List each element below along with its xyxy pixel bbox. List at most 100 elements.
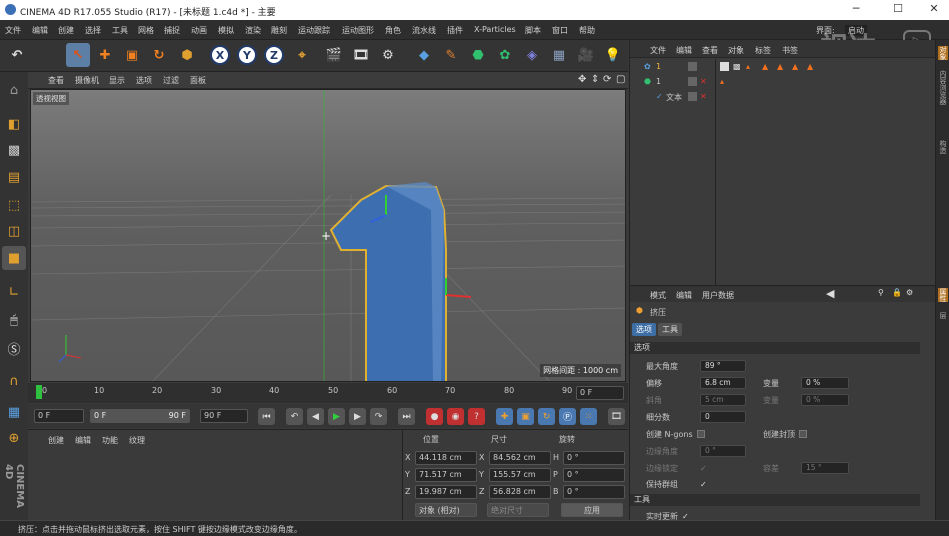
lock-icon[interactable]: 🔒 <box>892 288 902 297</box>
tab-options[interactable]: 选项 <box>632 323 656 336</box>
snap-icon[interactable]: Ⓢ <box>2 336 26 360</box>
cube-object-icon[interactable]: ◆ <box>412 43 436 67</box>
menu-create[interactable]: 创建 <box>58 25 74 36</box>
om-menu-tags[interactable]: 标签 <box>755 45 771 56</box>
menu-tools[interactable]: 工具 <box>112 25 128 36</box>
create-ngons-checkbox[interactable] <box>696 430 705 438</box>
key-rotation-icon[interactable]: ↻ <box>538 408 555 425</box>
model-mode-icon[interactable]: ◧ <box>2 112 26 136</box>
layer-icon[interactable] <box>688 77 697 86</box>
record-keys-icon[interactable]: ● <box>426 408 443 425</box>
tolerance-field[interactable]: 15 ° <box>801 462 849 474</box>
object-row[interactable]: ⬣ 1 ✕ ▴ <box>632 77 932 91</box>
viewport-menu-display[interactable]: 显示 <box>109 75 125 86</box>
key-scale-icon[interactable]: ▣ <box>517 408 534 425</box>
material-menu-texture[interactable]: 纹理 <box>129 435 145 446</box>
timeline[interactable]: 0 10 20 30 40 50 60 70 80 90 0 F <box>28 383 628 403</box>
move-tool-icon[interactable]: ✚ <box>93 43 117 67</box>
viewport-menu-options[interactable]: 选项 <box>136 75 152 86</box>
checker-tag-icon[interactable]: ▩ <box>733 62 741 71</box>
tag-icon[interactable]: ▲ <box>762 62 768 71</box>
settings-icon[interactable]: ⚙ <box>906 288 913 297</box>
live-selection-icon[interactable]: ↖ <box>66 43 90 67</box>
tag-icon[interactable]: ▲ <box>777 62 783 71</box>
side-tab-objects[interactable]: 对象 <box>938 46 948 60</box>
extruded-number-one[interactable] <box>329 184 447 382</box>
menu-character[interactable]: 角色 <box>385 25 401 36</box>
create-caps-checkbox[interactable] <box>799 430 807 438</box>
material-menu-create[interactable]: 创建 <box>48 435 64 446</box>
magnet-icon[interactable]: ∩ <box>2 369 26 393</box>
viewport-menu-filter[interactable]: 过滤 <box>163 75 179 86</box>
menu-mograph[interactable]: 运动图形 <box>342 25 374 36</box>
deformer-icon[interactable]: ◈ <box>520 43 544 67</box>
x-axis-lock-icon[interactable]: X <box>208 43 232 67</box>
menu-file[interactable]: 文件 <box>5 25 21 36</box>
play-forward-icon[interactable]: ▶ <box>328 408 345 425</box>
offset-variance-field[interactable]: 0 % <box>801 377 849 389</box>
go-to-end-icon[interactable]: ⏭ <box>398 408 415 425</box>
undo-icon[interactable]: ↶ <box>4 43 30 67</box>
om-menu-bookmarks[interactable]: 书签 <box>782 45 798 56</box>
preserve-groups-check-icon[interactable]: ✓ <box>700 480 707 489</box>
previous-frame-icon[interactable]: ◀ <box>307 408 324 425</box>
tag-icon[interactable]: ▲ <box>792 62 798 71</box>
make-editable-icon[interactable]: ⌂ <box>2 78 26 102</box>
bevel-field[interactable]: 5 cm <box>700 394 746 406</box>
pos-z-field[interactable]: 19.987 cm <box>415 484 477 499</box>
auto-keying-icon[interactable]: ◉ <box>447 408 464 425</box>
viewport-menu-cameras[interactable]: 摄像机 <box>75 75 99 86</box>
render-view-icon[interactable]: 🎬 <box>322 43 346 67</box>
render-off-icon[interactable]: ✕ <box>700 77 707 86</box>
menu-mesh[interactable]: 网格 <box>138 25 154 36</box>
offset-field[interactable]: 6.8 cm <box>700 377 746 389</box>
viewport-zoom-icon[interactable]: ⇕ <box>591 74 599 85</box>
next-frame-icon[interactable]: ▶ <box>349 408 366 425</box>
om-menu-objects[interactable]: 对象 <box>728 45 744 56</box>
close-button[interactable]: ✕ <box>924 2 944 18</box>
workplane-mode-icon[interactable]: ▤ <box>2 165 26 189</box>
previous-key-icon[interactable]: ↶ <box>286 408 303 425</box>
rot-b-field[interactable]: 0 ° <box>563 484 625 499</box>
locked-workplane-icon[interactable]: ⊕ <box>2 426 26 450</box>
end-frame-field[interactable]: 90 F <box>200 409 248 423</box>
pos-y-field[interactable]: 71.517 cm <box>415 467 477 482</box>
apply-button[interactable]: 应用 <box>561 503 623 517</box>
scale-tool-icon[interactable]: ▣ <box>120 43 144 67</box>
tag-icon[interactable]: ▴ <box>746 62 750 71</box>
start-frame-field[interactable]: 0 F <box>34 409 84 423</box>
rot-p-field[interactable]: 0 ° <box>563 467 625 482</box>
menu-pipeline[interactable]: 流水线 <box>412 25 436 36</box>
viewport-menu-panel[interactable]: 面板 <box>190 75 206 86</box>
am-menu-mode[interactable]: 模式 <box>650 290 666 301</box>
viewport-toggle-icon[interactable]: ▢ <box>616 74 625 85</box>
key-pla-icon[interactable]: ⁙ <box>580 408 597 425</box>
menu-help[interactable]: 帮助 <box>579 25 595 36</box>
tag-icon[interactable]: ▴ <box>720 77 724 86</box>
render-off-icon[interactable]: ✕ <box>700 92 707 101</box>
size-x-field[interactable]: 84.562 cm <box>489 450 551 465</box>
object-row[interactable]: ✿ 1 ▩ ▴ ▲ ▲ ▲ ▲ <box>632 62 932 76</box>
bevel-variance-field[interactable]: 0 % <box>801 394 849 406</box>
rot-h-field[interactable]: 0 ° <box>563 450 625 465</box>
am-menu-user-data[interactable]: 用户数据 <box>702 290 734 301</box>
am-menu-edit[interactable]: 编辑 <box>676 290 692 301</box>
side-tab-content-browser[interactable]: 内容浏览器 <box>938 70 948 105</box>
keyframe-selection-icon[interactable]: ? <box>468 408 485 425</box>
next-key-icon[interactable]: ↷ <box>370 408 387 425</box>
texture-mode-icon[interactable]: ▩ <box>2 138 26 162</box>
menu-x-particles[interactable]: X-Particles <box>474 25 516 34</box>
max-angle-field[interactable]: 89 ° <box>700 360 746 372</box>
om-menu-view[interactable]: 查看 <box>702 45 718 56</box>
coordinate-mode-select[interactable]: 对象 (相对) <box>415 503 477 517</box>
pos-x-field[interactable]: 44.118 cm <box>415 450 477 465</box>
y-axis-lock-icon[interactable]: Y <box>235 43 259 67</box>
edges-mode-icon[interactable]: ◫ <box>2 219 26 243</box>
render-settings-icon[interactable]: ⚙ <box>376 43 400 67</box>
range-slider[interactable]: 0 F 90 F <box>90 409 190 423</box>
viewport-move-icon[interactable]: ✥ <box>578 74 586 85</box>
side-tab-layers[interactable]: 层 <box>938 312 948 319</box>
minimize-button[interactable]: ─ <box>846 2 866 18</box>
timeline-window-icon[interactable]: 🎞 <box>608 408 625 425</box>
viewport-rotate-icon[interactable]: ⟳ <box>603 74 611 85</box>
